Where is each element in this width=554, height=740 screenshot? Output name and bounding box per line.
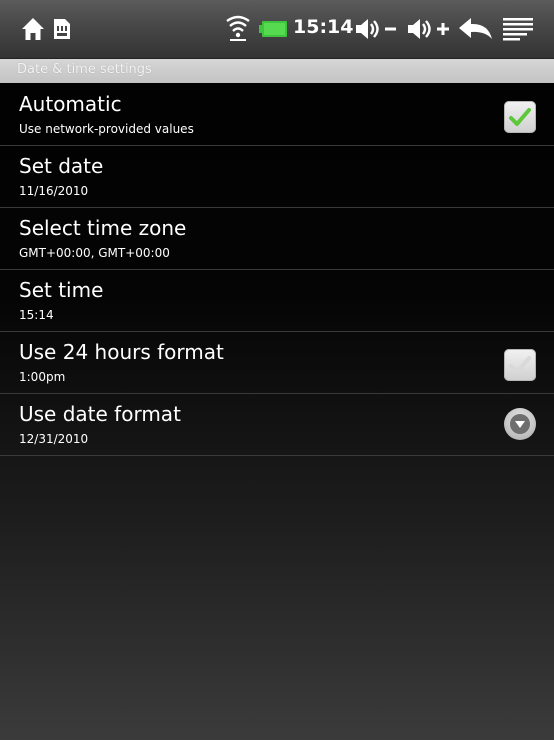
- check-mark-icon: [509, 108, 531, 126]
- setting-set-time[interactable]: Set time 15:14: [0, 270, 554, 332]
- setting-summary: 12/31/2010: [19, 432, 89, 446]
- setting-use-24-hours-format[interactable]: Use 24 hours format 1:00pm: [0, 332, 554, 394]
- setting-summary: Use network-provided values: [19, 122, 194, 136]
- status-bar: 15:14: [0, 0, 554, 59]
- setting-summary: 1:00pm: [19, 370, 66, 384]
- menu-icon[interactable]: [503, 17, 533, 41]
- setting-use-date-format[interactable]: Use date format 12/31/2010: [0, 394, 554, 456]
- date-format-dropdown[interactable]: [504, 408, 536, 440]
- setting-select-time-zone[interactable]: Select time zone GMT+00:00, GMT+00:00: [0, 208, 554, 270]
- setting-summary: 11/16/2010: [19, 184, 89, 198]
- status-clock: 15:14: [293, 16, 354, 38]
- setting-set-date[interactable]: Set date 11/16/2010: [0, 146, 554, 208]
- chevron-down-icon: [510, 414, 530, 434]
- check-mark-disabled-icon: [509, 356, 531, 374]
- section-header-title: Date & time settings: [17, 62, 152, 77]
- setting-automatic[interactable]: Automatic Use network-provided values: [0, 84, 554, 146]
- automatic-checkbox[interactable]: [504, 101, 536, 133]
- setting-title: Use date format: [19, 402, 181, 426]
- use-24-hours-checkbox[interactable]: [504, 349, 536, 381]
- setting-title: Set date: [19, 154, 104, 178]
- section-header: Date & time settings: [0, 59, 554, 83]
- setting-title: Set time: [19, 278, 104, 302]
- setting-summary: 15:14: [19, 308, 54, 322]
- battery-icon: [259, 21, 287, 37]
- setting-summary: GMT+00:00, GMT+00:00: [19, 246, 170, 260]
- setting-title: Automatic: [19, 92, 122, 116]
- sd-card-icon: [54, 19, 70, 39]
- setting-title: Select time zone: [19, 216, 187, 240]
- settings-list: Automatic Use network-provided values Se…: [0, 84, 554, 456]
- volume-down-icon[interactable]: [354, 17, 398, 41]
- wifi-icon: [226, 15, 250, 41]
- back-icon[interactable]: [458, 17, 494, 41]
- setting-title: Use 24 hours format: [19, 340, 224, 364]
- home-icon[interactable]: [21, 17, 45, 41]
- volume-up-icon[interactable]: [406, 17, 452, 41]
